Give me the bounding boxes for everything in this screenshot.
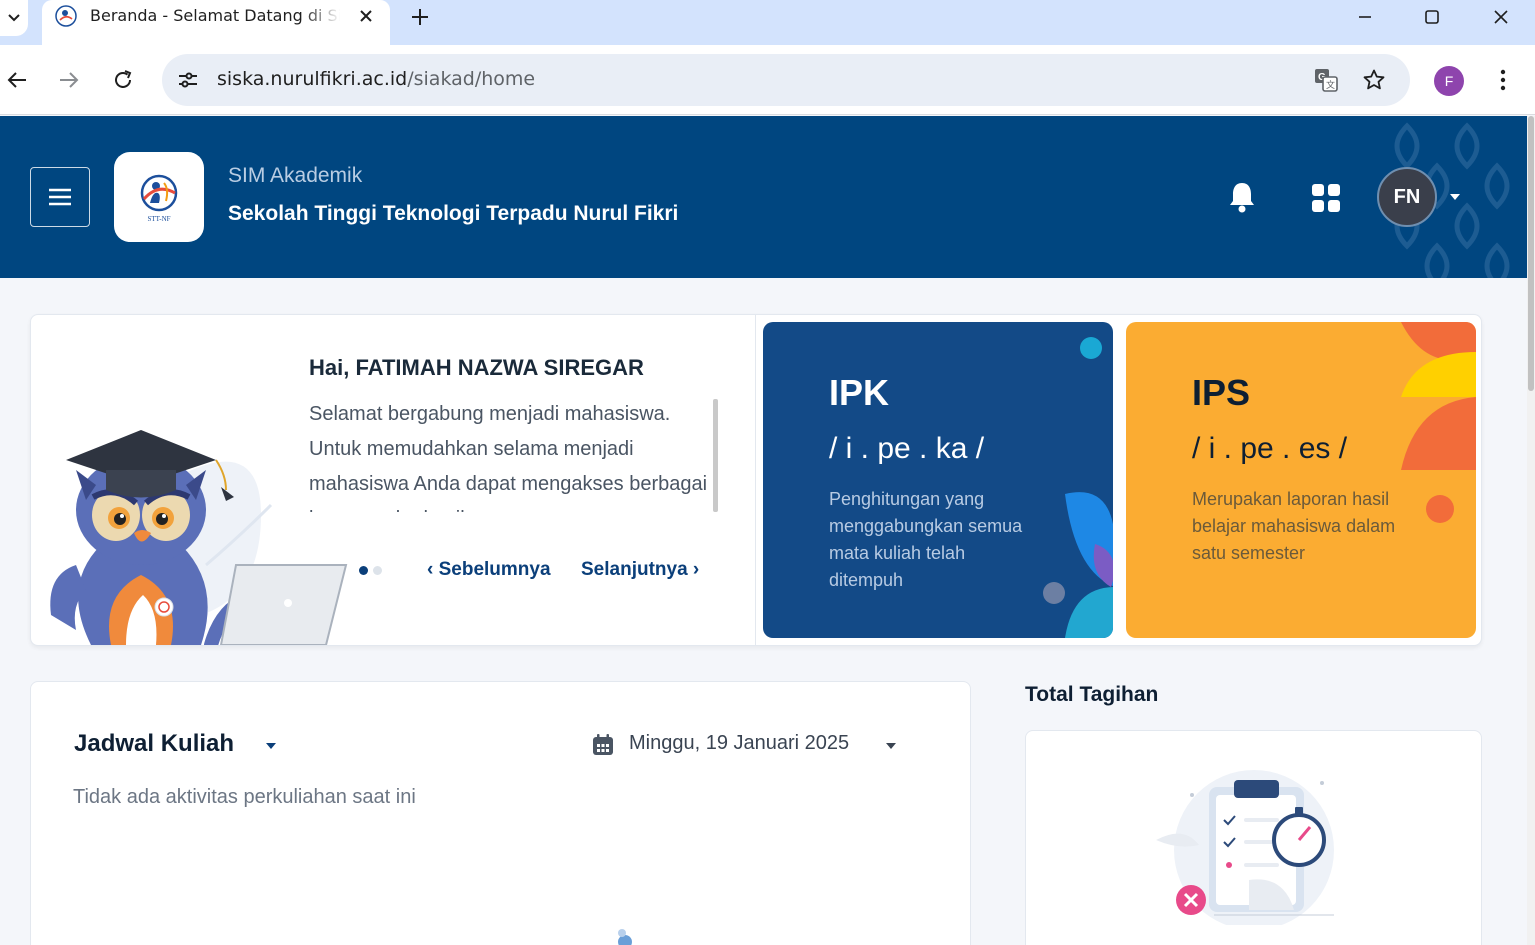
previous-button[interactable]: ‹ Sebelumnya [427, 559, 551, 581]
chevron-left-icon: ‹ [427, 559, 439, 580]
logo-text: STT-NF [147, 215, 170, 223]
reload-icon [115, 70, 132, 88]
browser-menu-button[interactable] [1490, 65, 1516, 95]
site-info-button[interactable] [174, 66, 202, 94]
translate-button[interactable]: G 文 [1312, 66, 1340, 94]
ips-card-decoration [1401, 322, 1476, 523]
browser-tab-active[interactable]: Beranda - Selamat Datang di Sistem Infor… [42, 0, 390, 45]
site-favicon-icon [55, 5, 77, 27]
tune-icon [179, 72, 197, 88]
arrow-right-icon [60, 72, 79, 88]
hamburger-menu-icon [49, 188, 71, 206]
more-vert-icon [1500, 69, 1506, 91]
empty-state-illustration [618, 929, 632, 945]
ipk-phonetic: / i . pe . ka / [829, 432, 985, 465]
ips-title: IPS [1192, 372, 1251, 413]
ips-description: Merupakan laporan hasil belajar mahasisw… [1192, 489, 1396, 563]
user-avatar[interactable]: FN [1377, 167, 1437, 227]
schedule-empty-text: Tidak ada aktivitas perkuliahan saat ini [73, 786, 416, 808]
scrollbar-thumb[interactable] [1528, 116, 1534, 391]
carousel-dot-1[interactable] [359, 566, 368, 575]
app-header: STT-NF SIM Akademik Sekolah Tinggi Tekno… [0, 116, 1527, 278]
ipk-card[interactable]: IPK / i . pe . ka / Penghitungan yang me… [763, 322, 1113, 638]
ips-card[interactable]: IPS / i . pe . es / Merupakan laporan ha… [1126, 322, 1476, 638]
browser-toolbar: siska.nurulfikri.ac.id/siakad/home G 文 F [0, 45, 1535, 115]
bell-icon [1230, 183, 1254, 213]
tab-close-button[interactable] [354, 4, 378, 28]
chevron-right-icon: › [687, 559, 700, 580]
browser-profile-avatar[interactable]: F [1434, 66, 1464, 96]
app-title: Sekolah Tinggi Teknologi Terpadu Nurul F… [228, 202, 679, 225]
welcome-text-container[interactable]: Selamat bergabung menjadi mahasiswa. Unt… [309, 397, 721, 512]
minimize-button[interactable] [1352, 4, 1378, 30]
address-bar[interactable]: siska.nurulfikri.ac.id/siakad/home G 文 [162, 54, 1410, 106]
total-bill-card [1025, 730, 1482, 945]
welcome-card: Hai, FATIMAH NAZWA SIREGAR Selamat berga… [30, 314, 1482, 646]
arrow-left-icon [7, 72, 26, 88]
ipk-title: IPK [829, 372, 890, 413]
caret-down-icon[interactable] [264, 741, 278, 751]
caret-down-icon[interactable] [884, 741, 898, 751]
carousel-indicators [359, 566, 382, 575]
welcome-greeting: Hai, FATIMAH NAZWA SIREGAR [309, 355, 644, 380]
apps-grid-icon [1312, 184, 1340, 212]
maximize-button[interactable] [1419, 4, 1445, 30]
bookmark-star-button[interactable] [1360, 66, 1388, 94]
previous-label: Sebelumnya [438, 559, 551, 580]
plus-icon [412, 9, 428, 25]
calendar-icon [593, 734, 613, 755]
forward-button[interactable] [54, 65, 84, 95]
reload-button[interactable] [108, 65, 138, 95]
url-host: siska.nurulfikri.ac.id [217, 68, 408, 90]
next-label: Selanjutnya [581, 559, 688, 580]
schedule-date-picker[interactable]: Minggu, 19 Januari 2025 [629, 732, 849, 755]
sidebar-toggle-button[interactable] [30, 167, 90, 227]
maximize-icon [1425, 10, 1439, 24]
app-subtitle: SIM Akademik [228, 164, 363, 187]
apps-menu-button[interactable] [1310, 182, 1342, 214]
translate-icon: G 文 [1315, 69, 1338, 92]
page-scrollbar[interactable] [1527, 116, 1535, 945]
carousel-dot-2[interactable] [373, 566, 382, 575]
close-icon [360, 10, 372, 22]
schedule-card: Jadwal Kuliah Minggu, 19 Januari 2025 Ti… [30, 681, 971, 945]
url-text: siska.nurulfikri.ac.id/siakad/home [217, 68, 535, 90]
new-tab-button[interactable] [406, 3, 434, 31]
close-window-button[interactable] [1488, 4, 1514, 30]
minimize-icon [1359, 16, 1371, 18]
welcome-text-scrollbar[interactable] [713, 399, 718, 512]
close-icon [1494, 10, 1508, 24]
chevron-down-icon [8, 14, 20, 22]
schedule-title[interactable]: Jadwal Kuliah [74, 730, 234, 758]
ips-phonetic: / i . pe . es / [1192, 432, 1348, 465]
notifications-button[interactable] [1226, 180, 1258, 214]
browser-tabstrip: Beranda - Selamat Datang di Sistem Infor… [0, 0, 1535, 45]
tab-title: Beranda - Selamat Datang di Sistem Infor… [90, 6, 340, 25]
back-button[interactable] [2, 65, 32, 95]
next-button[interactable]: Selanjutnya › [581, 559, 699, 581]
star-icon [1363, 69, 1385, 90]
svg-text:文: 文 [1326, 79, 1335, 91]
clipboard-timer-illustration [1156, 770, 1334, 925]
stt-nf-logo[interactable]: STT-NF [114, 152, 204, 242]
welcome-divider [755, 315, 756, 645]
tab-search-button[interactable] [0, 0, 28, 36]
caret-down-icon[interactable] [1448, 192, 1462, 202]
total-bill-heading: Total Tagihan [1025, 683, 1159, 706]
stt-nf-logo-icon: STT-NF [140, 174, 178, 223]
welcome-text: Selamat bergabung menjadi mahasiswa. Unt… [309, 403, 708, 512]
url-path: /siakad/home [407, 68, 536, 90]
ipk-description: Penghitungan yang menggabungkan semua ma… [829, 489, 1023, 590]
